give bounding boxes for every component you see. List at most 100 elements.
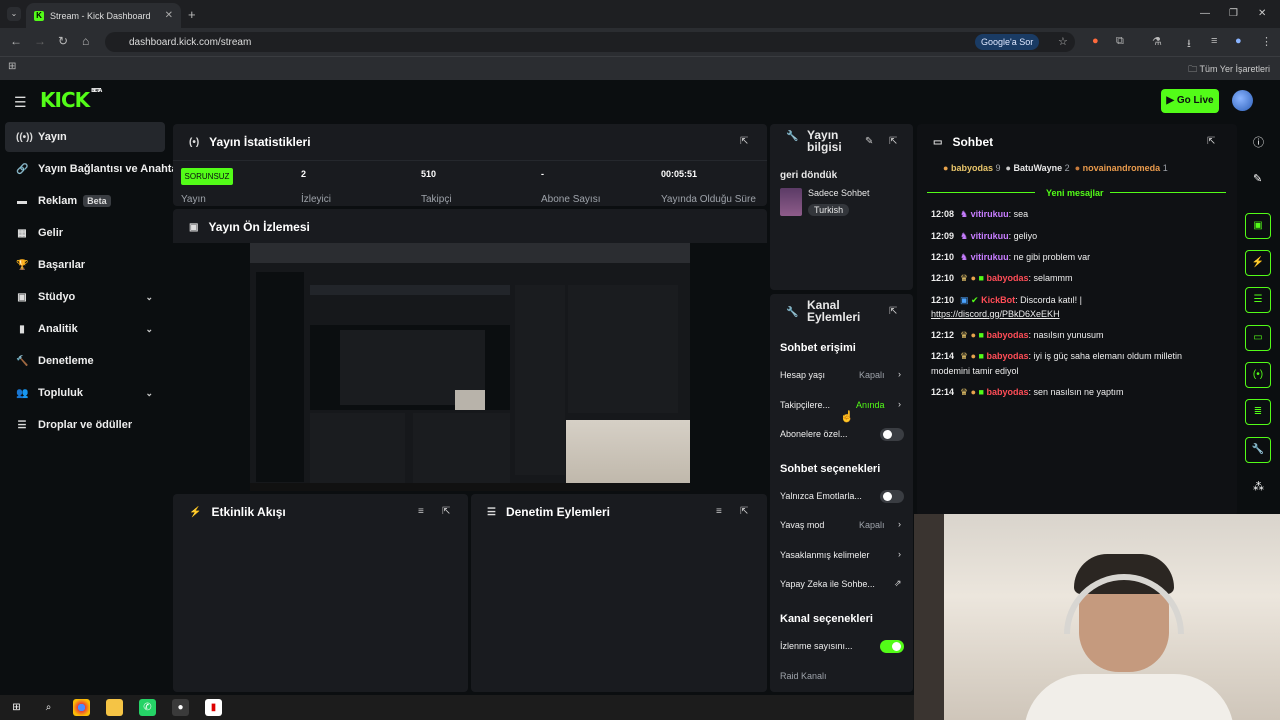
profile-icon[interactable]: ● [1235, 35, 1242, 47]
chevron-right-icon: › [898, 519, 901, 529]
sidebar-item-achievements[interactable]: 🏆 Başarılar [5, 250, 165, 280]
document-icon[interactable]: ▮ [205, 699, 222, 716]
edit-icon[interactable]: ✎ [1253, 172, 1262, 185]
message-time: 12:12 [931, 330, 955, 340]
close-window-icon[interactable]: ✕ [1258, 8, 1266, 19]
broadcast-icon[interactable]: (•) [1245, 362, 1271, 388]
account-age-row[interactable]: Hesap yaşı [780, 370, 905, 380]
emote-only-toggle[interactable] [880, 490, 904, 503]
kick-favicon-icon: K [34, 10, 44, 21]
new-tab-icon[interactable]: + [188, 7, 196, 22]
wrench-icon[interactable]: 🔧 [1245, 437, 1271, 463]
popout-icon[interactable]: ⇱ [740, 506, 748, 517]
sidebar-item-label: Yayın [38, 131, 67, 143]
back-icon[interactable]: ← [10, 34, 22, 48]
menu-icon[interactable]: ☰ [14, 94, 27, 111]
slow-mode-row[interactable]: Yavaş mod [780, 520, 905, 530]
badge-icon: ♞ [960, 209, 971, 219]
list-icon[interactable]: ☰ [1245, 287, 1271, 313]
all-bookmarks[interactable]: 🗀 Tüm Yer İşaretleri [1188, 62, 1270, 78]
bookmarks-bar: ⊞ 🗀 Tüm Yer İşaretleri [0, 56, 1280, 80]
lab-icon[interactable]: ⚗ [1152, 35, 1162, 48]
popout-icon[interactable]: ⇱ [889, 306, 897, 317]
go-live-button[interactable]: ▶ Go Live [1161, 89, 1219, 113]
filter-icon[interactable]: ≡ [418, 506, 424, 517]
close-tab-icon[interactable]: ✕ [165, 10, 173, 21]
reading-list-icon[interactable]: ≡ [1211, 35, 1217, 47]
preview-stats [310, 285, 510, 295]
sidebar-item-stream[interactable]: ((•)) Yayın [5, 122, 165, 152]
sidebar-item-moderation[interactable]: 🔨 Denetleme [5, 346, 165, 376]
folder-icon[interactable] [106, 699, 123, 716]
sidebar-item-drops[interactable]: ☰ Droplar ve ödüller [5, 410, 165, 440]
popout-icon[interactable]: ⇱ [1207, 136, 1215, 147]
forward-icon[interactable]: → [34, 34, 46, 48]
stack-icon[interactable]: ≣ [1245, 399, 1271, 425]
message-user[interactable]: vitirukuu [971, 231, 1009, 241]
followers-value: 510 [421, 169, 437, 179]
message-user[interactable]: babyodas [986, 387, 1028, 397]
chat-icon[interactable]: ▭ [1245, 325, 1271, 351]
sidebar-item-revenue[interactable]: ▦ Gelir [5, 218, 165, 248]
sidebar-item-studio[interactable]: ▣ Stüdyo ⌄ [5, 282, 165, 312]
whatsapp-icon[interactable]: ✆ [139, 699, 156, 716]
sidebar-item-analytics[interactable]: ▮ Analitik ⌄ [5, 314, 165, 344]
message-user[interactable]: vitirukuu [971, 252, 1009, 262]
ai-chat-row[interactable]: Yapay Zeka ile Sohbe... [780, 579, 905, 589]
subscribers-only-toggle[interactable] [880, 428, 904, 441]
user-avatar[interactable] [1232, 90, 1253, 111]
wrench-icon: 🔧 [786, 131, 799, 142]
puzzle-icon[interactable]: ⧉ [1116, 35, 1124, 48]
message-text: : ne gibi problem var [1008, 252, 1091, 262]
chrome-icon[interactable] [73, 699, 90, 716]
chrome-active-icon[interactable]: ● [172, 699, 189, 716]
reload-icon[interactable]: ↻ [58, 34, 68, 48]
download-icon[interactable]: ⭳ [1187, 35, 1191, 54]
apps-icon[interactable]: ⊞ [8, 61, 16, 72]
banned-words-row[interactable]: Yasaklanmış kelimeler [780, 550, 905, 560]
google-ask-button[interactable]: Google'a Sor [975, 34, 1040, 50]
browser-tab[interactable]: K Stream - Kick Dashboard ✕ [26, 3, 181, 28]
discord-link[interactable]: https://discord.gg/PBkD6XeEKH [931, 309, 1060, 319]
top-user-name[interactable]: babyodas [951, 163, 993, 173]
minimize-icon[interactable]: — [1200, 8, 1210, 19]
verified-icon: ✔ [971, 295, 982, 305]
ad-icon: ▬ [17, 195, 27, 207]
viewer-count-toggle[interactable] [880, 640, 904, 653]
url-input[interactable]: dashboard.kick.com/stream [105, 32, 1075, 52]
top-user-name[interactable]: novainandromeda [1083, 163, 1161, 173]
sidebar-item-community[interactable]: 👥 Topluluk ⌄ [5, 378, 165, 408]
tab-search-icon[interactable]: ⌄ [7, 7, 21, 21]
sidebar-item-stream-key[interactable]: 🔗 Yayın Bağlantısı ve Anahtar [5, 154, 182, 184]
extension-icon[interactable]: ● [1092, 35, 1099, 47]
bolt-icon[interactable]: ⚡ [1245, 250, 1271, 276]
browser-menu-icon[interactable]: ⋮ [1261, 35, 1272, 48]
message-user[interactable]: vitirukuu [971, 209, 1009, 219]
popout-icon[interactable]: ⇱ [889, 136, 897, 147]
message-text: : sea [1008, 209, 1029, 219]
message-user[interactable]: KickBot [981, 295, 1015, 305]
message-user[interactable]: babyodas [986, 330, 1028, 340]
stream-preview-video[interactable] [250, 243, 690, 491]
followers-only-row[interactable]: Takipçilere... [780, 400, 905, 410]
star-icon[interactable]: ☆ [1058, 35, 1068, 48]
popout-icon[interactable]: ⇱ [740, 136, 748, 147]
raid-channel-row[interactable]: Raid Kanalı [780, 671, 905, 681]
windows-start-icon[interactable]: ⊞ [8, 699, 25, 716]
maximize-icon[interactable]: ❐ [1229, 8, 1238, 19]
top-user-name[interactable]: BatuWayne [1013, 163, 1062, 173]
preview-activity [310, 413, 405, 483]
sidebar-item-label: Reklam [38, 195, 78, 207]
message-user[interactable]: babyodas [986, 273, 1028, 283]
edit-icon[interactable]: ✎ [865, 136, 873, 147]
sidebar-item-ads[interactable]: ▬ Reklam Beta [5, 186, 165, 216]
message-user[interactable]: babyodas [986, 351, 1028, 361]
screen-icon[interactable]: ▣ [1245, 213, 1271, 239]
home-icon[interactable]: ⌂ [82, 34, 89, 48]
info-icon[interactable]: ⓘ [1253, 134, 1264, 150]
search-icon[interactable]: ⌕ [40, 699, 57, 716]
filter-icon[interactable]: ≡ [716, 506, 722, 517]
popout-icon[interactable]: ⇱ [442, 506, 450, 517]
community-icon[interactable]: ⁂ [1253, 480, 1264, 493]
kick-logo[interactable]: KICK BETA [40, 88, 102, 112]
